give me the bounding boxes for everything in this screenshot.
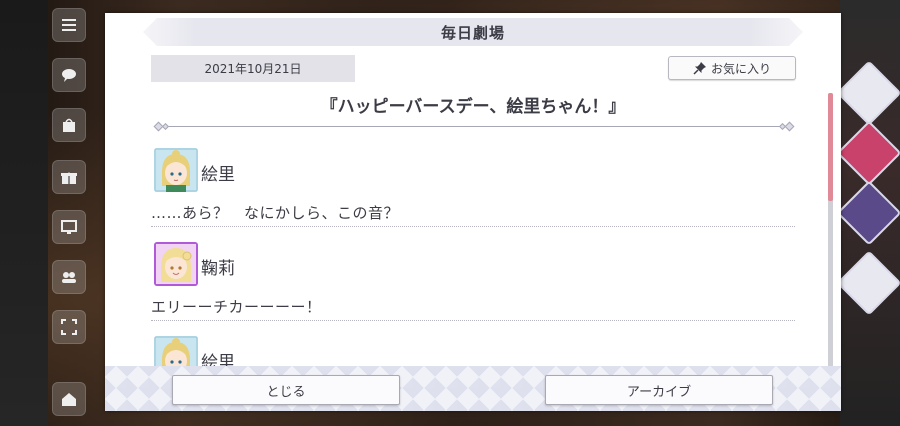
eri-avatar xyxy=(154,336,198,368)
title-divider xyxy=(153,121,795,132)
fullscreen-icon xyxy=(61,319,77,335)
menu-icon xyxy=(62,19,76,31)
scrollbar[interactable] xyxy=(828,93,833,368)
dialogue-list[interactable]: 絵里 ……あら？ なにかしら、この音？ 鞠莉 エリーーチカーーーー！ 絵里 xyxy=(151,148,795,368)
gift-button[interactable] xyxy=(52,160,86,194)
bag-icon xyxy=(63,118,75,132)
dialog-title-bar: 毎日劇場 xyxy=(143,18,803,46)
people-button[interactable] xyxy=(52,260,86,294)
speaker-name: 絵里 xyxy=(201,165,235,185)
left-edge-panel xyxy=(0,0,48,426)
dialogue-line: ……あら？ なにかしら、この音？ xyxy=(151,204,400,222)
daily-theater-dialog: 毎日劇場 2021年10月21日 お気に入り 『ハッピーバースデー、絵里ちゃん！… xyxy=(105,13,841,411)
story-title: 『ハッピーバースデー、絵里ちゃん！』 xyxy=(320,97,626,117)
favorite-button[interactable]: お気に入り xyxy=(668,56,796,80)
date-label: 2021年10月21日 xyxy=(151,55,355,82)
dialogue-entry: 鞠莉 エリーーチカーーーー！ xyxy=(151,242,795,336)
shop-button[interactable] xyxy=(52,108,86,142)
eri-avatar xyxy=(154,148,198,192)
pin-icon xyxy=(693,62,706,75)
archive-button[interactable]: アーカイブ xyxy=(545,375,773,405)
gift-icon xyxy=(61,172,77,184)
speaker-name: 絵里 xyxy=(201,353,235,368)
monitor-icon xyxy=(61,220,77,234)
scrollbar-thumb[interactable] xyxy=(828,93,833,201)
chat-icon xyxy=(62,69,76,82)
home-button[interactable] xyxy=(52,382,86,416)
dialogue-entry: 絵里 ……あら？ なにかしら、この音？ xyxy=(151,148,795,242)
people-icon xyxy=(62,272,76,283)
dialogue-line: エリーーチカーーーー！ xyxy=(151,298,322,316)
fullscreen-button[interactable] xyxy=(52,310,86,344)
close-button[interactable]: とじる xyxy=(172,375,400,405)
screen-button[interactable] xyxy=(52,210,86,244)
speaker-name: 鞠莉 xyxy=(201,259,235,279)
entry-separator xyxy=(151,320,795,321)
dialog-title: 毎日劇場 xyxy=(440,23,505,42)
dialogue-entry: 絵里 xyxy=(151,336,795,368)
chat-button[interactable] xyxy=(52,58,86,92)
home-icon xyxy=(62,393,76,406)
favorite-label: お気に入り xyxy=(710,61,771,76)
mari-avatar xyxy=(154,242,198,286)
entry-separator xyxy=(151,226,795,227)
menu-button[interactable] xyxy=(52,8,86,42)
